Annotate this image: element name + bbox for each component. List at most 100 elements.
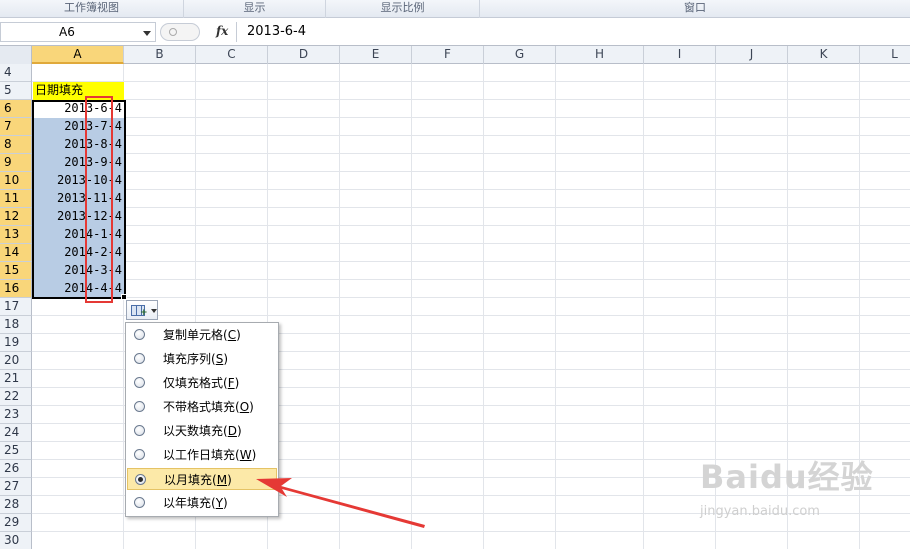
row-header-10[interactable]: 10 bbox=[0, 172, 32, 190]
menu-item-accelerator: M bbox=[216, 473, 228, 487]
menu-item-accelerator: C bbox=[227, 328, 237, 342]
row-header-12[interactable]: 12 bbox=[0, 208, 32, 226]
cell-a16[interactable]: 2014-4-4 bbox=[33, 280, 124, 298]
row-header-15[interactable]: 15 bbox=[0, 262, 32, 280]
menu-item-m[interactable]: 以月填充(M) bbox=[127, 468, 277, 490]
insert-function-button[interactable]: fx bbox=[216, 24, 228, 38]
radio-icon[interactable] bbox=[134, 377, 145, 388]
cell-a8[interactable]: 2013-8-4 bbox=[33, 136, 124, 154]
column-header-h[interactable]: H bbox=[556, 46, 644, 64]
menu-item-accelerator: O bbox=[239, 400, 250, 414]
menu-item-text: 以工作日填充 bbox=[163, 448, 236, 462]
cell-a6[interactable]: 2013-6-4 bbox=[33, 100, 124, 118]
menu-item-text: 以年填充 bbox=[163, 496, 212, 510]
cell-a14[interactable]: 2014-2-4 bbox=[33, 244, 124, 262]
row-header-19[interactable]: 19 bbox=[0, 334, 32, 352]
cell-a10[interactable]: 2013-10-4 bbox=[33, 172, 124, 190]
row-header-5[interactable]: 5 bbox=[0, 82, 32, 100]
menu-item-text: 以天数填充 bbox=[163, 424, 224, 438]
radio-icon[interactable] bbox=[134, 401, 145, 412]
ribbon-group-workbook-views: 工作簿视图 bbox=[0, 0, 184, 18]
row-header-20[interactable]: 20 bbox=[0, 352, 32, 370]
row-header-29[interactable]: 29 bbox=[0, 514, 32, 532]
ribbon-group-zoom: 显示比例 bbox=[326, 0, 480, 18]
gridline-horizontal bbox=[32, 279, 910, 280]
menu-item-d[interactable]: 以天数填充(D) bbox=[127, 420, 277, 442]
column-header-e[interactable]: E bbox=[340, 46, 412, 64]
radio-icon[interactable] bbox=[134, 353, 145, 364]
gridline-horizontal bbox=[32, 171, 910, 172]
row-header-14[interactable]: 14 bbox=[0, 244, 32, 262]
plus-icon: + bbox=[140, 308, 148, 318]
ribbon-group-window: 窗口 bbox=[684, 1, 706, 14]
column-header-f[interactable]: F bbox=[412, 46, 484, 64]
row-header-9[interactable]: 9 bbox=[0, 154, 32, 172]
radio-icon[interactable] bbox=[134, 425, 145, 436]
row-header-22[interactable]: 22 bbox=[0, 388, 32, 406]
column-header-a[interactable]: A bbox=[32, 46, 124, 64]
column-header-j[interactable]: J bbox=[716, 46, 788, 64]
menu-item-f[interactable]: 仅填充格式(F) bbox=[127, 372, 277, 394]
cell-a12[interactable]: 2013-12-4 bbox=[33, 208, 124, 226]
column-header-g[interactable]: G bbox=[484, 46, 556, 64]
gridline-horizontal bbox=[32, 225, 910, 226]
select-all-corner[interactable] bbox=[0, 46, 32, 64]
cell-a5-header[interactable]: 日期填充 bbox=[33, 82, 124, 100]
cell-a7[interactable]: 2013-7-4 bbox=[33, 118, 124, 136]
cell-a13[interactable]: 2014-1-4 bbox=[33, 226, 124, 244]
column-header-l[interactable]: L bbox=[860, 46, 910, 64]
menu-item-label: 以年填充(Y) bbox=[163, 496, 228, 510]
chevron-down-icon[interactable] bbox=[143, 31, 151, 36]
row-header-18[interactable]: 18 bbox=[0, 316, 32, 334]
row-header-28[interactable]: 28 bbox=[0, 496, 32, 514]
row-header-13[interactable]: 13 bbox=[0, 226, 32, 244]
watermark-logo-text: Baidu经验 bbox=[700, 458, 874, 496]
menu-item-c[interactable]: 复制单元格(C) bbox=[127, 324, 277, 346]
gridline-horizontal bbox=[32, 207, 910, 208]
column-header-b[interactable]: B bbox=[124, 46, 196, 64]
formula-bar: A6 fx 2013-6-4 bbox=[0, 18, 910, 46]
radio-icon[interactable] bbox=[134, 497, 145, 508]
menu-item-text: 填充序列 bbox=[163, 352, 212, 366]
formula-bar-expand-handle[interactable] bbox=[160, 23, 200, 41]
radio-icon[interactable] bbox=[134, 449, 145, 460]
cell-a11[interactable]: 2013-11-4 bbox=[33, 190, 124, 208]
column-header-k[interactable]: K bbox=[788, 46, 860, 64]
row-header-4[interactable]: 4 bbox=[0, 64, 32, 82]
ribbon-group-labels: 工作簿视图 显示 显示比例 窗口 bbox=[0, 0, 910, 18]
cell-a9[interactable]: 2013-9-4 bbox=[33, 154, 124, 172]
row-header-6[interactable]: 6 bbox=[0, 100, 32, 118]
column-header-c[interactable]: C bbox=[196, 46, 268, 64]
formula-input[interactable]: 2013-6-4 bbox=[236, 22, 910, 42]
row-header-24[interactable]: 24 bbox=[0, 424, 32, 442]
row-header-21[interactable]: 21 bbox=[0, 370, 32, 388]
row-header-17[interactable]: 17 bbox=[0, 298, 32, 316]
row-header-30[interactable]: 30 bbox=[0, 532, 32, 549]
menu-item-y[interactable]: 以年填充(Y) bbox=[127, 492, 277, 514]
auto-fill-options-button[interactable]: + bbox=[126, 300, 158, 320]
cell-a15[interactable]: 2014-3-4 bbox=[33, 262, 124, 280]
menu-item-label: 不带格式填充(O) bbox=[163, 400, 254, 414]
menu-item-o[interactable]: 不带格式填充(O) bbox=[127, 396, 277, 418]
menu-item-w[interactable]: 以工作日填充(W) bbox=[127, 444, 277, 466]
column-header-i[interactable]: I bbox=[644, 46, 716, 64]
menu-item-accelerator: F bbox=[227, 376, 235, 390]
menu-item-s[interactable]: 填充序列(S) bbox=[127, 348, 277, 370]
gridline-horizontal bbox=[32, 261, 910, 262]
row-header-26[interactable]: 26 bbox=[0, 460, 32, 478]
row-header-16[interactable]: 16 bbox=[0, 280, 32, 298]
column-header-d[interactable]: D bbox=[268, 46, 340, 64]
watermark-url: jingyan.baidu.com bbox=[700, 504, 820, 519]
row-header-23[interactable]: 23 bbox=[0, 406, 32, 424]
row-header-25[interactable]: 25 bbox=[0, 442, 32, 460]
menu-item-accelerator: D bbox=[227, 424, 237, 438]
radio-icon[interactable] bbox=[135, 474, 146, 485]
row-header-27[interactable]: 27 bbox=[0, 478, 32, 496]
row-header-8[interactable]: 8 bbox=[0, 136, 32, 154]
row-header-11[interactable]: 11 bbox=[0, 190, 32, 208]
ribbon-group-show: 显示 bbox=[184, 0, 326, 18]
radio-icon[interactable] bbox=[134, 329, 145, 340]
chevron-down-icon bbox=[151, 309, 157, 313]
row-header-7[interactable]: 7 bbox=[0, 118, 32, 136]
name-box[interactable]: A6 bbox=[0, 22, 156, 42]
